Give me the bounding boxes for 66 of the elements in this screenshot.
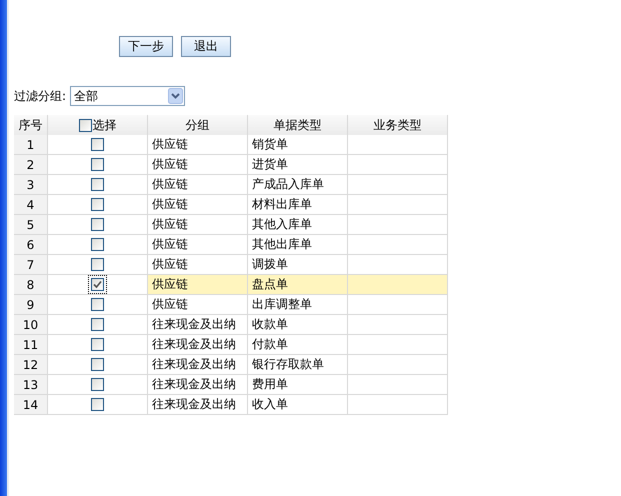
table-cell: 盘点单 xyxy=(248,275,348,295)
row-number-cell: 10 xyxy=(14,315,48,335)
column-header: 分组 xyxy=(148,115,248,135)
row-checkbox[interactable] xyxy=(91,378,104,391)
table-cell: 其他入库单 xyxy=(248,215,348,235)
exit-button[interactable]: 退出 xyxy=(181,36,231,57)
row-checkbox[interactable] xyxy=(91,358,104,371)
table-cell: 供应链 xyxy=(148,295,248,315)
row-number-cell: 12 xyxy=(14,355,48,375)
row-number-cell: 3 xyxy=(14,175,48,195)
table-cell: 出库调整单 xyxy=(248,295,348,315)
table-cell: 材料出库单 xyxy=(248,195,348,215)
row-checkbox[interactable] xyxy=(91,318,104,331)
row-checkbox[interactable] xyxy=(91,298,104,311)
row-number-cell: 11 xyxy=(14,335,48,355)
filter-label: 过滤分组: xyxy=(14,88,66,104)
table-cell: 费用单 xyxy=(248,375,348,395)
table-cell: 销货单 xyxy=(248,135,348,155)
row-checkbox[interactable] xyxy=(91,198,104,211)
row-checkbox[interactable] xyxy=(91,138,104,151)
table-cell: 供应链 xyxy=(148,275,248,295)
row-checkbox[interactable] xyxy=(91,238,104,251)
table-cell: 往来现金及出纳 xyxy=(148,355,248,375)
row-number-cell: 2 xyxy=(14,155,48,175)
table-cell: 供应链 xyxy=(148,235,248,255)
table-cell: 供应链 xyxy=(148,195,248,215)
table-cell: 供应链 xyxy=(148,175,248,195)
row-number-cell: 6 xyxy=(14,235,48,255)
table-cell: 供应链 xyxy=(148,135,248,155)
select-all-label: 选择 xyxy=(92,116,116,134)
row-number-cell: 7 xyxy=(14,255,48,275)
table-cell: 其他出库单 xyxy=(248,235,348,255)
table-cell: 供应链 xyxy=(148,255,248,275)
table-cell: 产成品入库单 xyxy=(248,175,348,195)
row-checkbox[interactable] xyxy=(91,158,104,171)
table-cell: 付款单 xyxy=(248,335,348,355)
table-cell: 往来现金及出纳 xyxy=(148,375,248,395)
table-cell: 供应链 xyxy=(148,155,248,175)
row-number-cell: 5 xyxy=(14,215,48,235)
table-cell: 往来现金及出纳 xyxy=(148,315,248,335)
filter-dropdown[interactable]: 全部 xyxy=(70,86,186,106)
row-checkbox[interactable] xyxy=(91,338,104,351)
table-cell: 收款单 xyxy=(248,315,348,335)
table-cell: 调拨单 xyxy=(248,255,348,275)
row-checkbox[interactable] xyxy=(91,398,104,411)
row-number-cell: 9 xyxy=(14,295,48,315)
table-cell: 银行存取款单 xyxy=(248,355,348,375)
table-cell: 供应链 xyxy=(148,215,248,235)
table-cell: 进货单 xyxy=(248,155,348,175)
column-header: 序号 xyxy=(14,115,48,135)
row-number-cell: 4 xyxy=(14,195,48,215)
row-checkbox[interactable] xyxy=(91,258,104,271)
table-cell: 收入单 xyxy=(248,395,348,415)
row-checkbox[interactable] xyxy=(91,178,104,191)
column-header: 业务类型 xyxy=(348,115,448,135)
row-number-cell: 14 xyxy=(14,395,48,415)
next-button[interactable]: 下一步 xyxy=(119,36,173,57)
row-checkbox[interactable] xyxy=(91,278,104,291)
row-checkbox[interactable] xyxy=(91,218,104,231)
row-number-cell: 8 xyxy=(14,275,48,295)
table-cell: 往来现金及出纳 xyxy=(148,335,248,355)
row-number-cell: 13 xyxy=(14,375,48,395)
select-all-checkbox[interactable] xyxy=(78,118,92,132)
column-header: 单据类型 xyxy=(248,115,348,135)
table-cell: 往来现金及出纳 xyxy=(148,395,248,415)
row-number-cell: 1 xyxy=(14,135,48,155)
